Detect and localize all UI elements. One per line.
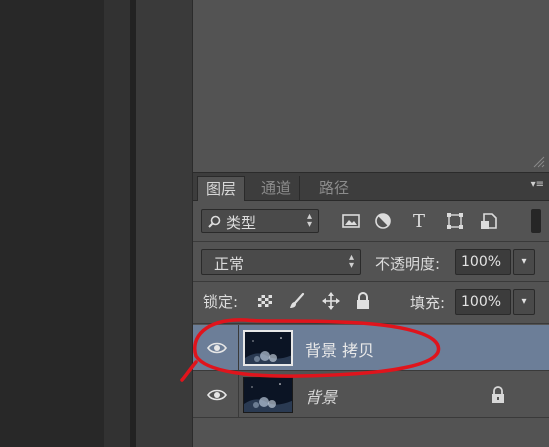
fill-label: 填充:: [410, 294, 446, 312]
tab-layers[interactable]: 图层: [197, 176, 246, 201]
opacity-slider-button[interactable]: ▾: [513, 249, 535, 275]
opacity-label: 不透明度:: [375, 255, 441, 273]
eye-icon[interactable]: [207, 386, 227, 404]
lock-transparent-pixels-icon[interactable]: [255, 291, 275, 311]
lock-all-icon[interactable]: [353, 291, 373, 311]
lock-icon[interactable]: [490, 386, 506, 404]
night-sky-thumbnail-image: [245, 332, 291, 364]
tab-channels[interactable]: 通道: [253, 176, 301, 201]
lock-image-pixels-icon[interactable]: [287, 291, 307, 311]
blend-mode-label: 正常: [214, 255, 245, 273]
blend-mode-select[interactable]: 正常 ▴ ▾: [201, 249, 361, 275]
lock-label: 锁定:: [203, 293, 239, 311]
resize-grip-icon[interactable]: [531, 154, 545, 168]
panel-dock-gap: [136, 0, 192, 447]
tab-paths[interactable]: 路径: [311, 176, 357, 201]
lock-position-icon[interactable]: [321, 291, 341, 311]
divider: [193, 323, 549, 324]
toolbar-strip: [104, 0, 130, 447]
workspace-left: [0, 0, 104, 447]
layer-name[interactable]: 背景: [305, 384, 337, 408]
filter-toggle-switch[interactable]: [531, 209, 541, 233]
svg-text:T: T: [413, 211, 425, 232]
panel-menu-icon[interactable]: ▾≡: [522, 179, 544, 193]
image-filter-icon[interactable]: [339, 209, 363, 233]
select-arrows-icon: ▴ ▾: [348, 252, 354, 271]
divider: [193, 241, 549, 242]
layer-thumbnail: [243, 377, 293, 413]
divider: [193, 281, 549, 282]
adjustment-filter-icon[interactable]: [371, 209, 395, 233]
shape-filter-icon[interactable]: [443, 209, 467, 233]
fill-slider-button[interactable]: ▾: [513, 289, 535, 315]
layer-row-background-copy[interactable]: 背景 拷贝: [193, 325, 549, 371]
upper-panel: [192, 0, 549, 172]
eye-icon[interactable]: [207, 339, 227, 357]
layers-panel: 图层 通道 路径 ▾≡ 类型 ▴ ▾ T 正常 ▴ ▾ 不透明度: 100% ▾…: [192, 172, 549, 447]
layer-filter-select[interactable]: 类型 ▴ ▾: [201, 209, 319, 233]
night-sky-thumbnail-image: [244, 378, 292, 412]
search-icon: [208, 215, 221, 228]
filter-type-label: 类型: [226, 214, 257, 232]
select-arrows-icon: ▴ ▾: [306, 211, 312, 230]
type-filter-icon[interactable]: T: [407, 209, 431, 233]
opacity-input[interactable]: 100%: [455, 249, 511, 275]
layer-name[interactable]: 背景 拷贝: [305, 337, 374, 361]
fill-input[interactable]: 100%: [455, 289, 511, 315]
layer-thumbnail: [243, 330, 293, 366]
panel-tab-bar: 图层 通道 路径 ▾≡: [193, 173, 549, 201]
layer-row-background[interactable]: 背景: [193, 372, 549, 418]
smart-object-filter-icon[interactable]: [477, 209, 501, 233]
